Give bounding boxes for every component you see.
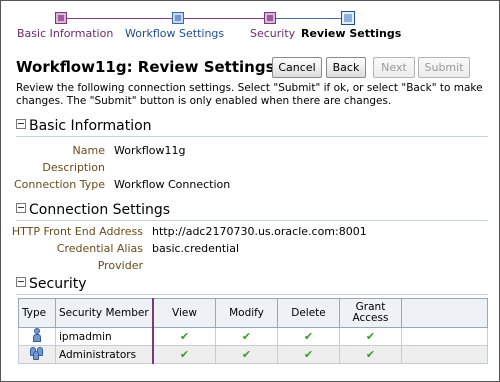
train-stop-security[interactable] [264, 12, 276, 24]
next-button: Next [373, 57, 415, 78]
section-divider [16, 136, 488, 137]
modify-check-icon: ✔ [215, 345, 278, 364]
field-value-connection-type: Workflow Connection [114, 178, 231, 191]
column-header-filler [401, 298, 488, 328]
table-row[interactable]: Administrators ✔ ✔ ✔ ✔ [18, 345, 488, 364]
section-heading: Security [29, 276, 87, 292]
grant-access-check-icon: ✔ [339, 327, 402, 346]
train-connector [178, 18, 270, 19]
column-header-security-member[interactable]: Security Member [55, 298, 154, 328]
field-label-connection-type: Connection Type [13, 178, 105, 191]
train-label-review-settings: Review Settings [301, 27, 402, 40]
train-stop-basic-information[interactable] [55, 12, 67, 24]
section-security: Security [16, 276, 87, 292]
column-header-type[interactable]: Type [18, 298, 56, 328]
type-cell [18, 327, 56, 346]
train-stop-workflow-settings[interactable] [172, 12, 184, 24]
member-cell: Administrators [55, 345, 154, 364]
view-check-icon: ✔ [152, 327, 216, 346]
field-value-http-front-end-address: http://adc2170730.us.oracle.com:8001 [152, 225, 367, 238]
column-header-view[interactable]: View [152, 298, 216, 328]
field-label-description: Description [42, 161, 105, 174]
security-table: Type Security Member View Modify Delete … [18, 298, 488, 364]
collapse-icon[interactable] [16, 119, 26, 129]
delete-check-icon: ✔ [277, 345, 340, 364]
view-check-icon: ✔ [152, 345, 216, 364]
delete-check-icon: ✔ [277, 327, 340, 346]
section-heading: Basic Information [29, 118, 152, 134]
submit-button: Submit [418, 57, 470, 78]
field-label-credential-alias: Credential Alias [56, 242, 143, 255]
table-row[interactable]: ipmadmin ✔ ✔ ✔ ✔ [18, 327, 488, 346]
back-button[interactable]: Back [326, 57, 366, 78]
section-divider [16, 220, 488, 221]
train-connector [66, 18, 178, 19]
train-connector [270, 18, 348, 19]
grant-access-check-icon: ✔ [339, 345, 402, 364]
column-header-modify[interactable]: Modify [215, 298, 278, 328]
user-icon [30, 328, 44, 342]
section-basic-information: Basic Information [16, 118, 152, 134]
train-label-workflow-settings[interactable]: Workflow Settings [125, 27, 224, 40]
column-header-delete[interactable]: Delete [277, 298, 340, 328]
train-label-security[interactable]: Security [250, 27, 295, 40]
field-label-name: Name [72, 144, 105, 157]
train-stop-review-settings [341, 11, 355, 25]
section-divider [16, 294, 488, 295]
field-value-credential-alias: basic.credential [152, 242, 240, 255]
page-title: Workflow11g: Review Settings [16, 58, 275, 76]
collapse-icon[interactable] [16, 277, 26, 287]
train-label-basic-information[interactable]: Basic Information [17, 27, 113, 40]
member-cell: ipmadmin [55, 327, 154, 346]
column-header-grant-access[interactable]: Grant Access [339, 298, 402, 328]
filler-cell [401, 327, 488, 346]
section-heading: Connection Settings [29, 202, 171, 218]
field-value-name: Workflow11g [114, 144, 186, 157]
section-connection-settings: Connection Settings [16, 202, 170, 218]
group-icon [30, 346, 44, 360]
field-label-http-front-end-address: HTTP Front End Address [11, 225, 143, 238]
modify-check-icon: ✔ [215, 327, 278, 346]
cancel-button[interactable]: Cancel [272, 57, 322, 78]
table-header-row: Type Security Member View Modify Delete … [18, 298, 488, 328]
field-label-provider: Provider [97, 259, 143, 272]
instructions-text: Review the following connection settings… [16, 82, 483, 107]
type-cell [18, 345, 56, 364]
filler-cell [401, 345, 488, 364]
train-navigation: Basic Information Workflow Settings Secu… [0, 0, 500, 45]
collapse-icon[interactable] [16, 203, 26, 213]
